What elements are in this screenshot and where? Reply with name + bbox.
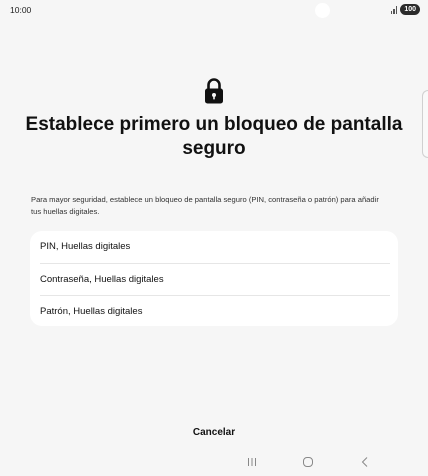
recents-icon[interactable]: [244, 454, 260, 470]
signal-icon: [390, 5, 398, 14]
status-time: 10:00: [10, 5, 32, 15]
option-label: Contraseña, Huellas digitales: [40, 273, 164, 285]
battery-badge: 100: [400, 4, 420, 15]
edge-panel-handle[interactable]: [422, 90, 428, 158]
option-pattern[interactable]: Patrón, Huellas digitales: [30, 296, 398, 326]
option-pin[interactable]: PIN, Huellas digitales: [30, 231, 398, 263]
option-label: PIN, Huellas digitales: [40, 241, 131, 253]
lock-options-list: PIN, Huellas digitales Contraseña, Huell…: [30, 231, 398, 326]
page-title: Establece primero un bloqueo de pantalla…: [25, 114, 403, 159]
navigation-bar: [0, 452, 428, 472]
home-icon[interactable]: [300, 454, 316, 470]
status-indicators: 100: [390, 4, 420, 15]
back-icon[interactable]: [357, 454, 373, 470]
cancel-button[interactable]: Cancelar: [0, 426, 428, 439]
option-password[interactable]: Contraseña, Huellas digitales: [30, 264, 398, 296]
option-label: Patrón, Huellas digitales: [40, 306, 143, 318]
camera-cutout: [315, 3, 330, 18]
lock-icon: [205, 78, 223, 104]
status-bar: 10:00 100: [0, 0, 428, 22]
description-text: Para mayor seguridad, establece un bloqu…: [31, 195, 379, 216]
